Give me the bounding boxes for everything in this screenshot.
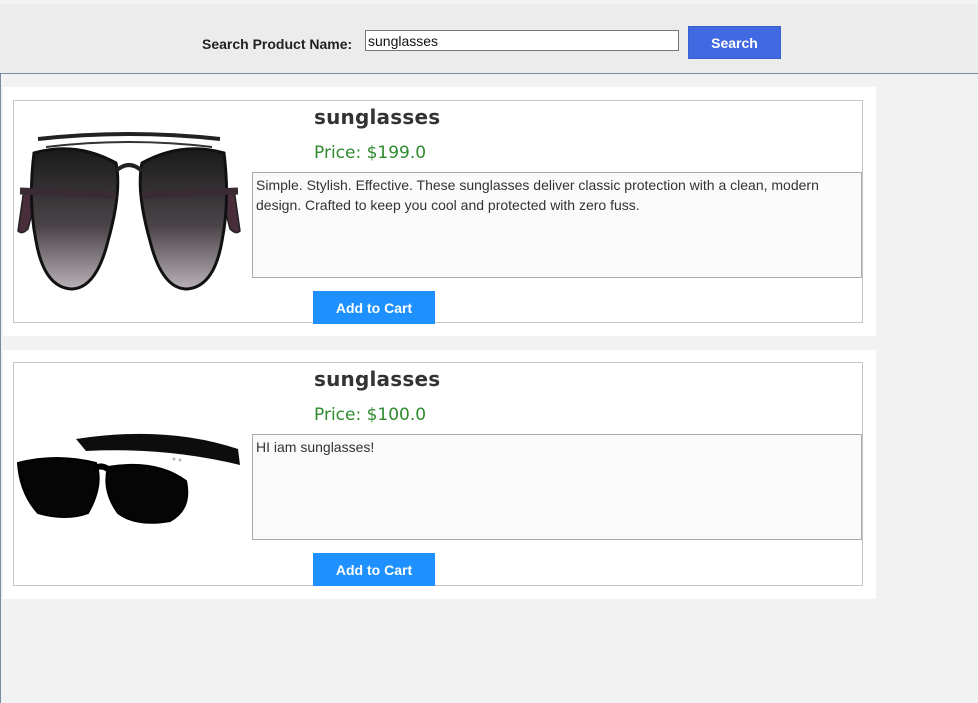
- wayfarer-sunglasses-image: [16, 429, 242, 529]
- search-input[interactable]: [365, 30, 679, 51]
- product-price: Price: $199.0: [314, 143, 426, 163]
- search-label: Search Product Name:: [202, 36, 353, 52]
- product-description[interactable]: HI iam sunglasses!: [252, 434, 862, 540]
- product-item: sunglasses Price: $199.0 Simple. Stylish…: [3, 87, 876, 336]
- aviator-sunglasses-image: [16, 131, 242, 291]
- price-prefix: Price: $: [314, 143, 378, 163]
- product-item: sunglasses Price: $100.0 HI iam sunglass…: [3, 350, 876, 599]
- product-price: Price: $100.0: [314, 405, 426, 425]
- price-value: 100.0: [377, 405, 427, 425]
- product-card: sunglasses Price: $199.0 Simple. Stylish…: [13, 100, 863, 324]
- add-to-cart-button[interactable]: Add to Cart: [313, 291, 435, 324]
- product-name: sunglasses: [314, 367, 441, 391]
- product-description[interactable]: Simple. Stylish. Effective. These sungla…: [252, 172, 862, 278]
- price-prefix: Price: $: [314, 405, 378, 425]
- product-card: sunglasses Price: $100.0 HI iam sunglass…: [13, 362, 863, 586]
- search-button[interactable]: Search: [688, 26, 781, 59]
- search-bar: Search Product Name: Search: [0, 4, 978, 74]
- product-name: sunglasses: [314, 105, 441, 129]
- price-value: 199.0: [377, 143, 427, 163]
- add-to-cart-button[interactable]: Add to Cart: [313, 553, 435, 586]
